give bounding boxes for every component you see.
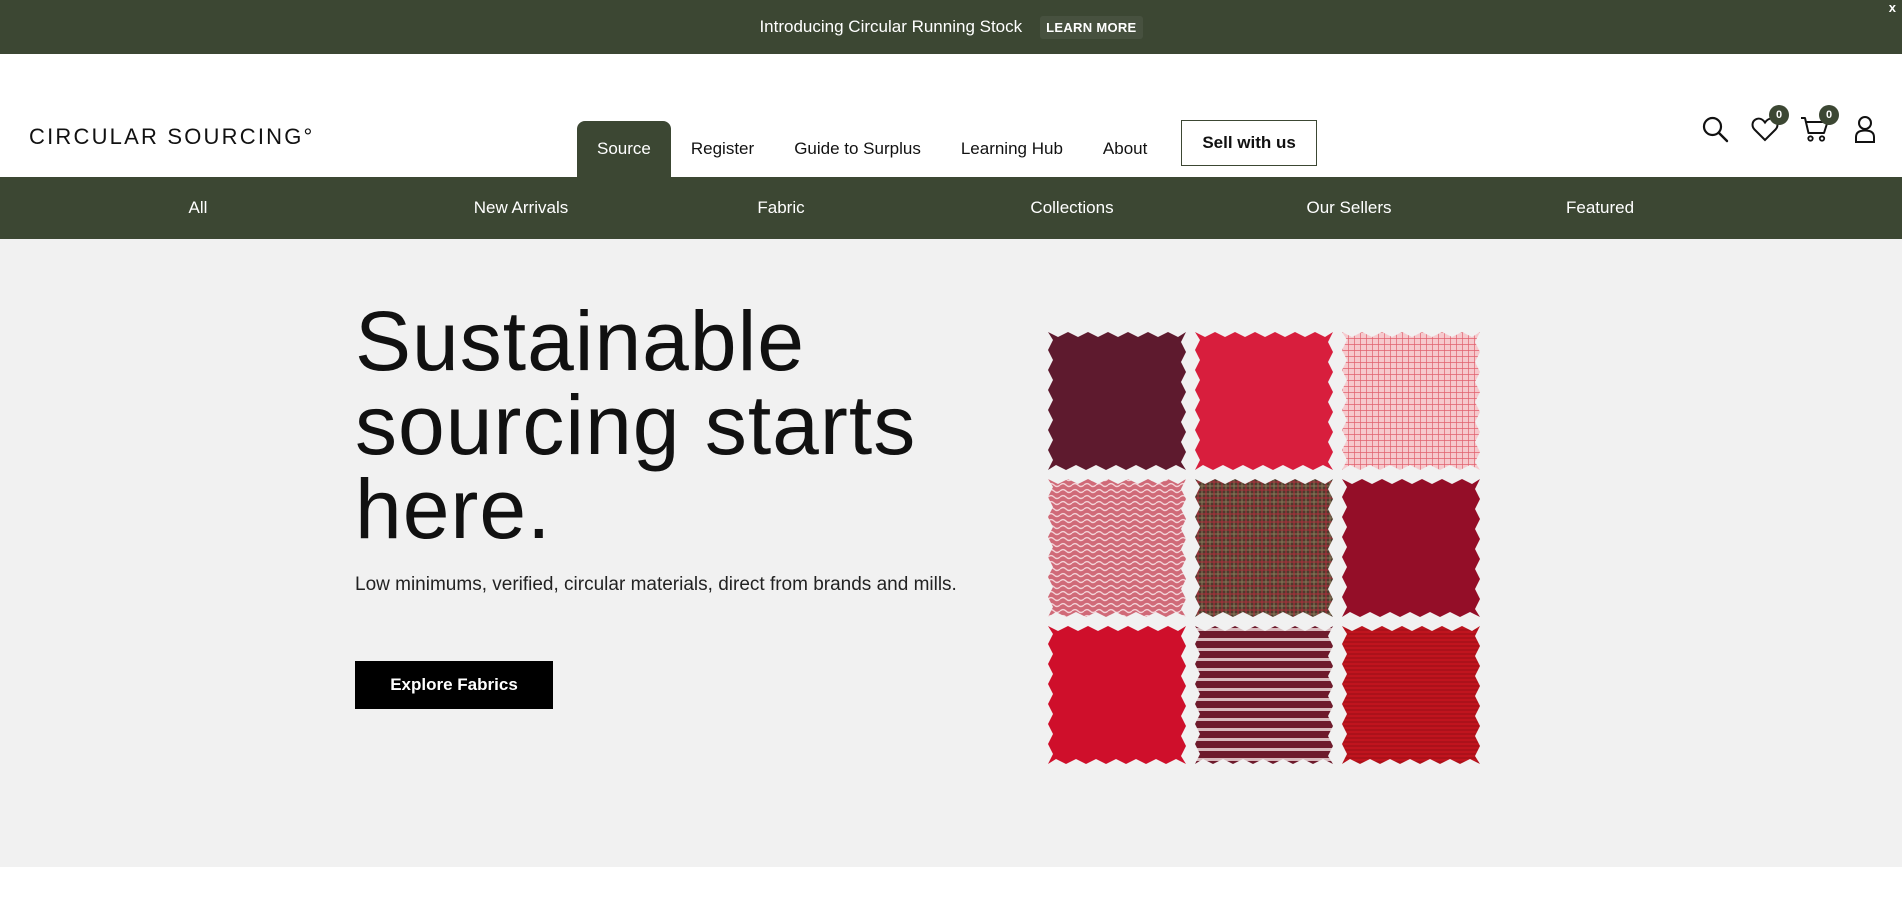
nav-item-register[interactable]: Register: [671, 121, 774, 177]
fabric-swatch: [1048, 479, 1186, 617]
fabric-swatch: [1048, 626, 1186, 764]
explore-fabrics-button[interactable]: Explore Fabrics: [355, 661, 553, 709]
hero-title-line-3: here.: [355, 462, 552, 556]
heart-icon[interactable]: 0: [1750, 105, 1789, 144]
category-collections[interactable]: Collections: [1030, 177, 1113, 239]
fabric-swatch: [1342, 479, 1480, 617]
wishlist-count-badge: 0: [1769, 105, 1789, 125]
header-icons: 0 0: [1700, 105, 1880, 144]
fabric-swatch: [1195, 479, 1333, 617]
close-announcement-button[interactable]: x: [1889, 0, 1896, 15]
nav-item-about[interactable]: About: [1083, 121, 1167, 177]
user-icon[interactable]: [1850, 114, 1880, 144]
announcement-bar: Introducing Circular Running Stock LEARN…: [0, 0, 1902, 54]
fabric-swatch: [1195, 626, 1333, 764]
category-featured[interactable]: Featured: [1566, 177, 1634, 239]
main-nav: Source Register Guide to Surplus Learnin…: [577, 120, 1317, 177]
category-new-arrivals[interactable]: New Arrivals: [474, 177, 568, 239]
nav-item-learning-hub[interactable]: Learning Hub: [941, 121, 1083, 177]
hero-section: Sustainable sourcing starts here. Low mi…: [0, 239, 1902, 867]
announcement-text: Introducing Circular Running Stock: [759, 17, 1023, 36]
search-icon[interactable]: [1700, 114, 1730, 144]
learn-more-link[interactable]: LEARN MORE: [1040, 15, 1143, 39]
hero-subtitle: Low minimums, verified, circular materia…: [355, 574, 957, 595]
nav-item-guide-to-surplus[interactable]: Guide to Surplus: [774, 121, 941, 177]
category-our-sellers[interactable]: Our Sellers: [1306, 177, 1391, 239]
nav-item-source[interactable]: Source: [577, 121, 671, 177]
site-logo[interactable]: CIRCULAR SOURCING°: [29, 124, 315, 150]
category-fabric[interactable]: Fabric: [757, 177, 804, 239]
category-nav: All New Arrivals Fabric Collections Our …: [0, 177, 1902, 239]
hero-title: Sustainable sourcing starts here.: [355, 299, 995, 551]
cart-count-badge: 0: [1819, 105, 1839, 125]
hero-title-line-2: sourcing starts: [355, 378, 917, 472]
category-all[interactable]: All: [189, 177, 208, 239]
fabric-swatch-grid: [1048, 332, 1480, 764]
sell-with-us-button[interactable]: Sell with us: [1181, 120, 1317, 166]
fabric-swatch: [1195, 332, 1333, 470]
fabric-swatch: [1342, 332, 1480, 470]
hero-title-line-1: Sustainable: [355, 294, 805, 388]
fabric-swatch: [1342, 626, 1480, 764]
site-header: CIRCULAR SOURCING° Source Register Guide…: [0, 54, 1902, 177]
fabric-swatch: [1048, 332, 1186, 470]
cart-icon[interactable]: 0: [1800, 105, 1839, 144]
